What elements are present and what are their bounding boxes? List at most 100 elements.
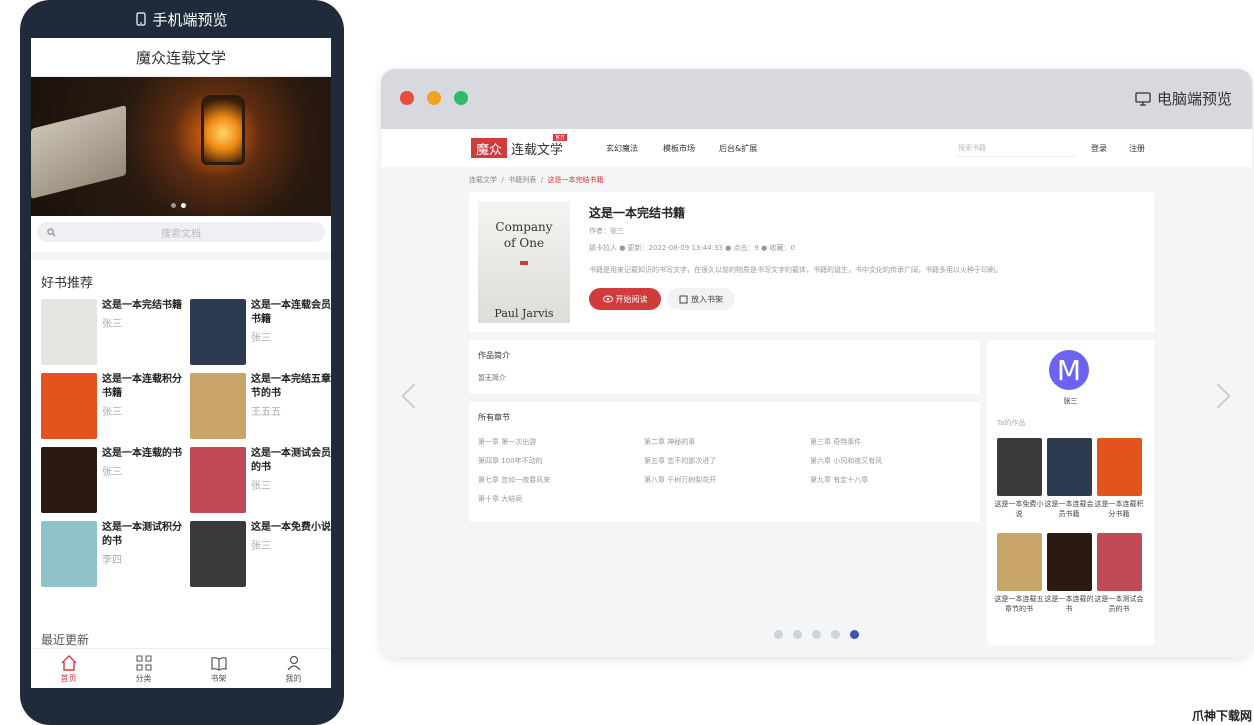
chapter-link[interactable]: 第三章 奇特事件: [810, 437, 861, 447]
tab-category[interactable]: 分类: [135, 654, 153, 684]
book-cover: [41, 447, 97, 513]
tab-bookshelf[interactable]: 书架: [210, 654, 228, 684]
banner-dot[interactable]: [171, 203, 176, 208]
book-list-item[interactable]: 这是一本测试积分的书 李四: [41, 521, 184, 587]
login-link[interactable]: 登录: [1091, 143, 1107, 154]
book-title: 这是一本连载积分书籍: [102, 374, 182, 399]
window-titlebar: 电脑端预览: [381, 69, 1252, 129]
intro-card: 作品简介 暂无简介: [469, 340, 980, 394]
intro-text: 暂无简介: [478, 374, 506, 382]
tab-label: 首页: [60, 673, 77, 683]
chapter-link[interactable]: 第二章 神秘的事: [644, 437, 695, 447]
nav-link-admin[interactable]: 后台&扩展: [719, 143, 757, 154]
side-book-title[interactable]: 这是一本连载的书: [1044, 594, 1094, 614]
nav-link-fantasy[interactable]: 玄幻魔法: [606, 143, 638, 154]
book-list-item[interactable]: 这是一本免费小说 张三: [190, 521, 331, 587]
chapter-link[interactable]: 第五章 恋不的那次进了: [644, 456, 716, 466]
shelf-icon: [679, 295, 688, 303]
chapters-title: 所有章节: [478, 413, 510, 422]
start-reading-label: 开始阅读: [615, 294, 648, 304]
monitor-icon: [1135, 91, 1151, 106]
book-cover[interactable]: Company of One Paul Jarvis: [478, 201, 570, 323]
desktop-search-input[interactable]: 搜索书籍: [956, 139, 1076, 157]
book-title: 这是一本连载的书: [102, 448, 182, 459]
pagination-dot-active[interactable]: [850, 630, 859, 639]
cover-author: Paul Jarvis: [494, 307, 554, 320]
maximize-light[interactable]: [454, 91, 468, 105]
register-link[interactable]: 注册: [1129, 143, 1145, 154]
mobile-bottom-tabbar: 首页 分类 书架 我的: [31, 648, 331, 688]
side-book-cover[interactable]: [1097, 533, 1142, 591]
home-icon: [61, 654, 76, 671]
breadcrumb-current: 这是一本完结书籍: [547, 176, 604, 184]
section-divider: [31, 252, 331, 260]
book-title: 这是一本完结五章节的书: [251, 374, 331, 399]
chapters-card: 所有章节 第一章 第一次出游 第二章 神秘的事 第三章 奇特事件第四章 100年不动…: [469, 402, 980, 522]
chapter-link[interactable]: 第七章 忽如一夜春风来: [478, 475, 550, 485]
desktop-site: 魔众 连载文学 官方 玄幻魔法 模板市场 后台&扩展 搜索书籍 登录 注册 连载…: [381, 129, 1252, 657]
mobile-book-grid: 这是一本完结书籍 张三 这是一本连载会员书籍 张三 这是一本连载积分书籍 张三 这是一本完结…: [31, 299, 331, 587]
chapter-link[interactable]: 第一章 第一次出游: [478, 437, 536, 447]
pagination-dot[interactable]: [831, 630, 840, 639]
book-list-item[interactable]: 这是一本完结书籍 张三: [41, 299, 184, 365]
prev-arrow[interactable]: [401, 383, 427, 409]
mobile-caption-text: 手机端预览: [152, 10, 228, 29]
nav-link-templates[interactable]: 模板市场: [663, 143, 695, 154]
tab-home[interactable]: 首页: [60, 654, 78, 684]
book-author: 王五五: [251, 407, 281, 418]
mobile-banner[interactable]: [31, 77, 331, 216]
chapter-link[interactable]: 第六章 小冈和夜又有风: [810, 456, 882, 466]
side-book-cover[interactable]: [997, 533, 1042, 591]
author-side-card: M 张三 Ta的作品 这是一本免费小说 这是一本连载会员书籍 这是一本连载积分书籍这…: [987, 340, 1154, 645]
other-works-title: Ta的作品: [997, 419, 1026, 427]
banner-dot-active[interactable]: [181, 203, 186, 208]
book-author: 作者：张三: [589, 227, 624, 235]
tab-mine[interactable]: 我的: [285, 654, 303, 684]
breadcrumb-item[interactable]: 书籍列表: [508, 176, 536, 184]
pagination-dot[interactable]: [812, 630, 821, 639]
book-list-item[interactable]: 这是一本完结五章节的书王五五: [190, 373, 331, 439]
user-icon: [287, 655, 300, 670]
desktop-caption: 电脑端预览: [1135, 88, 1232, 109]
side-book-title[interactable]: 这是一本连载五章节的书: [994, 594, 1044, 614]
avatar[interactable]: M: [1049, 350, 1089, 390]
desktop-pagination[interactable]: [774, 630, 859, 639]
mobile-search-input[interactable]: 搜索文档: [37, 222, 325, 242]
side-book-cover[interactable]: [997, 438, 1042, 496]
book-list-item[interactable]: 这是一本连载积分书籍 张三: [41, 373, 184, 439]
book-cover: [190, 373, 246, 439]
side-book-title[interactable]: 这是一本连载会员书籍: [1044, 499, 1094, 519]
side-book-cover[interactable]: [1047, 533, 1092, 591]
add-to-shelf-button[interactable]: 放入书架: [667, 288, 735, 310]
side-book-title[interactable]: 这是一本免费小说: [994, 499, 1044, 519]
book-title: 这是一本完结书籍: [589, 206, 686, 220]
pagination-dot[interactable]: [774, 630, 783, 639]
start-reading-button[interactable]: 开始阅读: [589, 288, 661, 310]
next-arrow[interactable]: [1205, 383, 1231, 409]
side-book-cover[interactable]: [1097, 438, 1142, 496]
minimize-light[interactable]: [427, 91, 441, 105]
chapter-link[interactable]: 第十章 大结局: [478, 494, 522, 504]
search-placeholder: 搜索文档: [161, 228, 201, 240]
side-book-title[interactable]: 这是一本测试会员的书: [1094, 594, 1144, 614]
phone-icon: [136, 12, 147, 26]
chapter-link[interactable]: 第八章 千树万树梨花开: [644, 475, 716, 485]
close-light[interactable]: [400, 91, 414, 105]
chapter-link[interactable]: 第九章 有定十八章: [810, 475, 868, 485]
banner-pagination[interactable]: [171, 203, 186, 208]
watermark: 爪神下载网: [1191, 709, 1252, 723]
mobile-caption: 手机端预览: [20, 0, 344, 38]
chapter-link[interactable]: 第四章 100年不动的: [478, 456, 543, 466]
logo-box[interactable]: 魔众: [471, 138, 507, 158]
pagination-dot[interactable]: [793, 630, 802, 639]
breadcrumb-item[interactable]: 连载文学: [469, 176, 497, 184]
book-author: 张三: [102, 467, 122, 478]
book-list-item[interactable]: 这是一本连载的书 张三: [41, 447, 184, 513]
side-book-cover[interactable]: [1047, 438, 1092, 496]
book-list-item[interactable]: 这是一本测试会员的书 张三: [190, 447, 331, 513]
book-list-item[interactable]: 这是一本连载会员书籍 张三: [190, 299, 331, 365]
book-description: 书籍是用来记载知识的书写文字，在很久以前的物质是书写文字的载体，书籍的诞生，书中…: [589, 266, 1002, 274]
side-book-title[interactable]: 这是一本连载积分书籍: [1094, 499, 1144, 519]
logo-text[interactable]: 连载文学: [511, 139, 563, 158]
desktop-caption-text: 电脑端预览: [1156, 90, 1232, 108]
